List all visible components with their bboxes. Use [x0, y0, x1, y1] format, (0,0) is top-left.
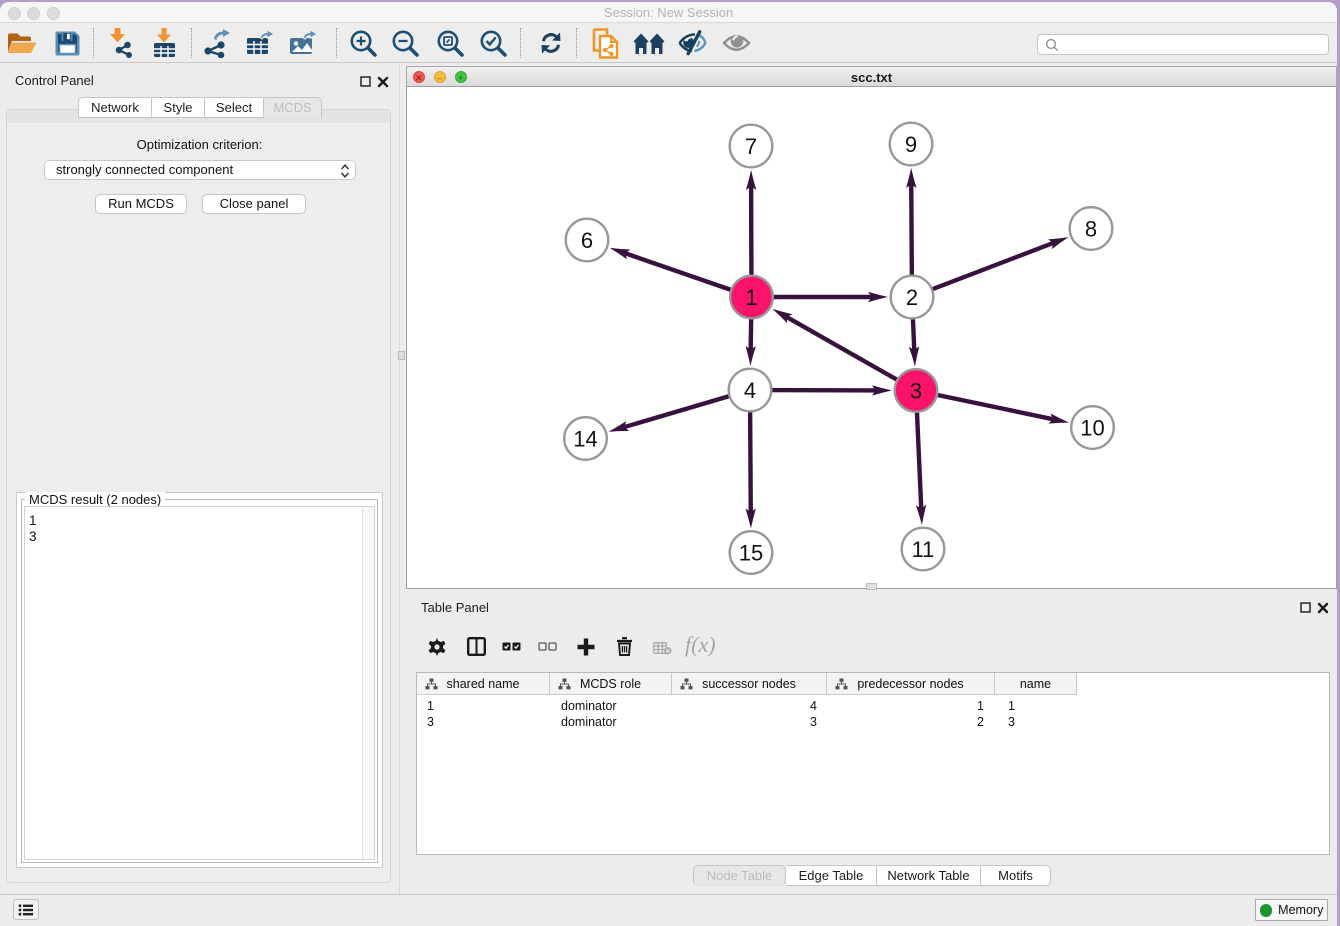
svg-text:2: 2 — [906, 285, 918, 310]
svg-text:9: 9 — [905, 132, 917, 157]
svg-text:10: 10 — [1080, 416, 1104, 441]
svg-text:4: 4 — [744, 378, 756, 403]
svg-text:11: 11 — [912, 537, 935, 562]
svg-text:15: 15 — [739, 541, 763, 566]
svg-text:6: 6 — [581, 228, 593, 253]
svg-text:8: 8 — [1085, 217, 1097, 242]
svg-text:1: 1 — [745, 285, 757, 310]
svg-text:7: 7 — [745, 134, 757, 159]
svg-text:14: 14 — [573, 427, 597, 452]
svg-text:3: 3 — [910, 379, 922, 404]
